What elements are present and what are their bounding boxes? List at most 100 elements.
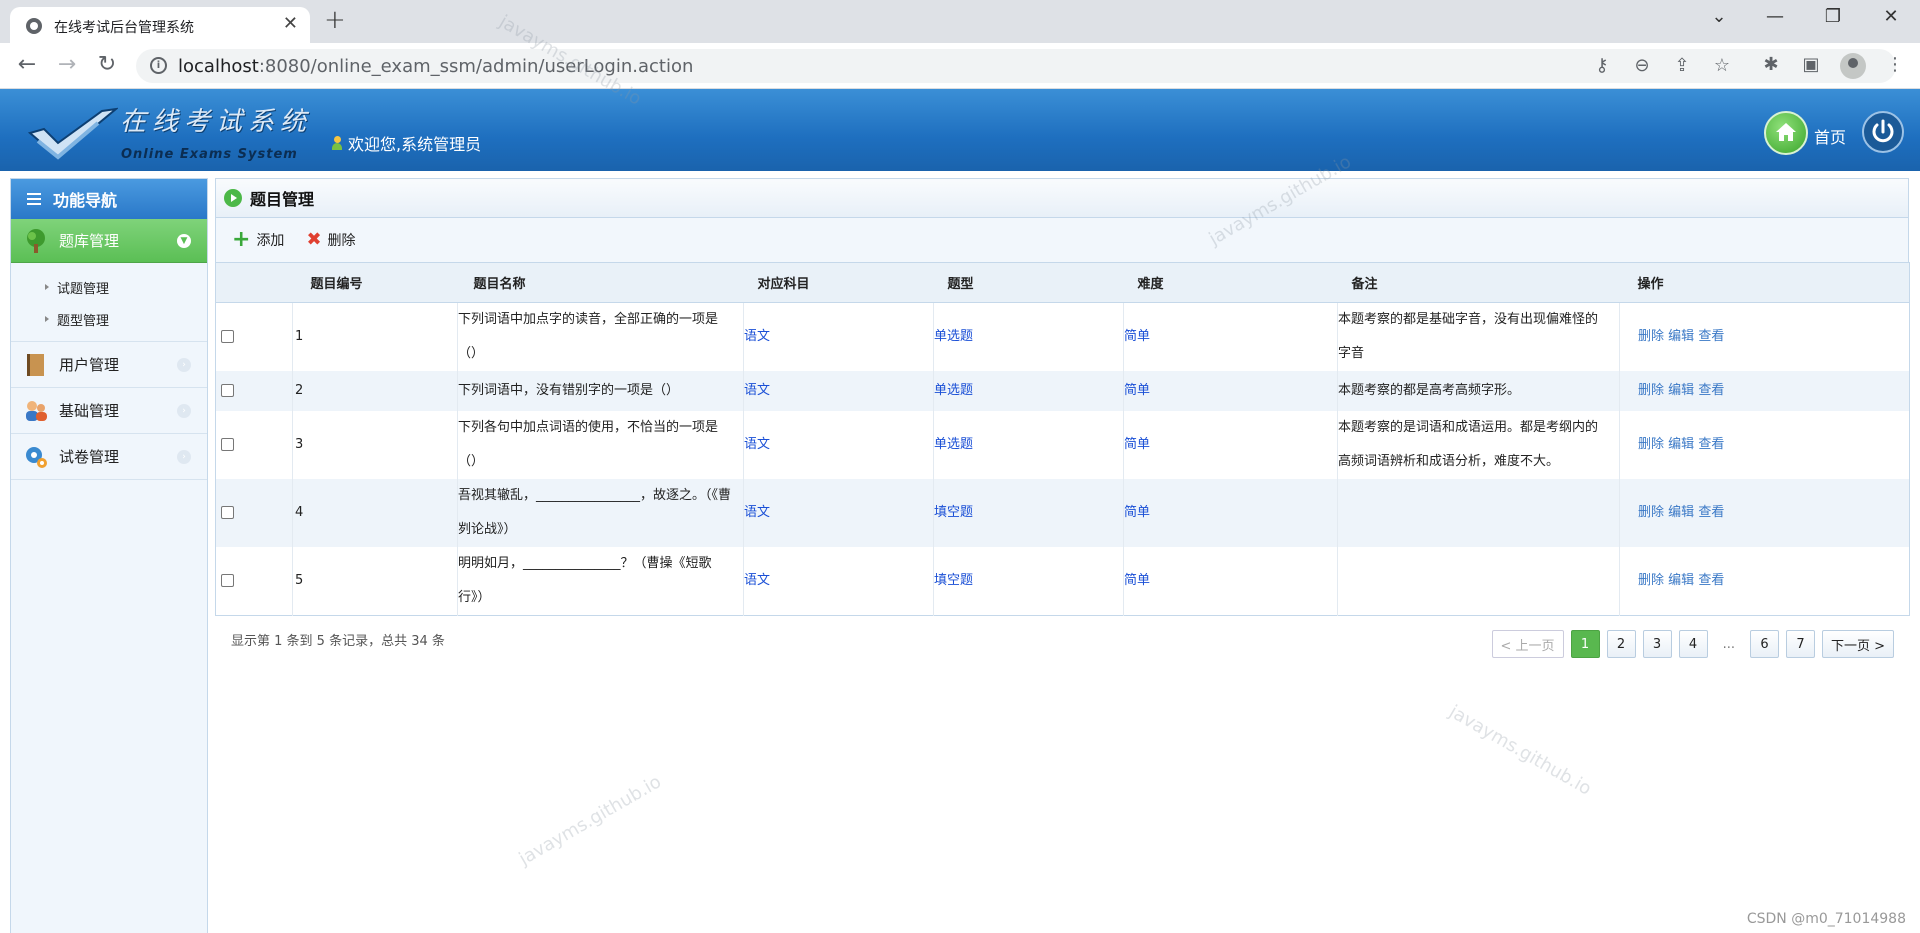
page-button[interactable]: 4	[1678, 630, 1708, 658]
browser-tab[interactable]: 在线考试后台管理系统 ✕	[10, 7, 310, 43]
record-summary: 显示第 1 条到 5 条记录，总共 34 条	[231, 634, 445, 649]
subject-link[interactable]: 语文	[744, 383, 770, 398]
type-link[interactable]: 单选题	[934, 383, 973, 398]
key-icon[interactable]: ⚷	[1590, 55, 1614, 76]
site-info-icon[interactable]: i	[150, 57, 167, 74]
tab-search-icon[interactable]: ⌄	[1704, 6, 1734, 27]
row-checkbox[interactable]	[221, 574, 234, 587]
row-checkbox[interactable]	[221, 330, 234, 343]
subject-cell: 语文	[743, 411, 934, 479]
row-checkbox[interactable]	[221, 506, 234, 519]
close-tab-icon[interactable]: ✕	[283, 14, 298, 34]
home-link[interactable]: 首页	[1814, 124, 1846, 148]
row-view-link[interactable]: 查看	[1698, 383, 1724, 398]
share-icon[interactable]: ⇪	[1670, 55, 1694, 76]
difficulty-link[interactable]: 简单	[1124, 573, 1150, 588]
type-link[interactable]: 单选题	[934, 329, 973, 344]
row-checkbox[interactable]	[221, 384, 234, 397]
page-button[interactable]: 3	[1642, 630, 1672, 658]
page-button[interactable]: 2	[1606, 630, 1636, 658]
row-edit-link[interactable]: 编辑	[1668, 383, 1694, 398]
sidebar-item-papers[interactable]: 试卷管理 ›	[11, 434, 207, 480]
url-text[interactable]: localhost:8080/online_exam_ssm/admin/use…	[178, 56, 693, 77]
sidebar-item-question-bank[interactable]: 题库管理 ▼	[11, 219, 207, 263]
row-view-link[interactable]: 查看	[1698, 505, 1724, 520]
difficulty-link[interactable]: 简单	[1124, 383, 1150, 398]
difficulty-link[interactable]: 简单	[1124, 505, 1150, 520]
delete-button[interactable]: ✖ 删除	[306, 230, 355, 250]
question-name: 下列词语中加点字的读音，全部正确的一项是（）	[457, 302, 744, 371]
note-cell	[1337, 479, 1620, 547]
prev-page-button[interactable]: < 上一页	[1491, 630, 1564, 658]
difficulty-link[interactable]: 简单	[1124, 437, 1150, 452]
row-edit-link[interactable]: 编辑	[1668, 437, 1694, 452]
minimize-icon[interactable]: —	[1760, 6, 1790, 27]
row-delete-link[interactable]: 删除	[1638, 383, 1664, 398]
type-link[interactable]: 填空题	[934, 505, 973, 520]
plus-icon: +	[232, 227, 251, 252]
chevron-right-icon: ›	[177, 450, 191, 464]
row-delete-link[interactable]: 删除	[1638, 505, 1664, 520]
logout-button[interactable]	[1862, 111, 1904, 153]
subject-link[interactable]: 语文	[744, 505, 770, 520]
row-checkbox[interactable]	[221, 438, 234, 451]
pagination-ellipsis: ...	[1722, 636, 1735, 652]
restore-icon[interactable]: ❐	[1818, 6, 1848, 27]
delete-label: 删除	[327, 233, 356, 249]
book-icon	[27, 353, 44, 376]
menu-kebab-icon[interactable]: ⋮	[1882, 54, 1908, 75]
row-edit-link[interactable]: 编辑	[1668, 329, 1694, 344]
page-button[interactable]: 1	[1570, 630, 1600, 658]
csdn-credit: CSDN @m0_71014988	[1746, 911, 1906, 927]
subject-link[interactable]: 语文	[744, 573, 770, 588]
table-row: 3 下列各句中加点词语的使用，不恰当的一项是（） 语文 单选题 简单 本题考察的是词语和成…	[215, 411, 1910, 479]
actions-cell: 删除 编辑 查看	[1620, 411, 1910, 479]
row-edit-link[interactable]: 编辑	[1668, 573, 1694, 588]
row-view-link[interactable]: 查看	[1698, 437, 1724, 452]
forward-icon[interactable]: →	[53, 52, 81, 78]
note-cell: 本题考察的都是高考高频字形。	[1337, 371, 1620, 411]
type-cell: 填空题	[933, 547, 1124, 616]
subject-link[interactable]: 语文	[744, 437, 770, 452]
page-button[interactable]: 7	[1785, 630, 1815, 658]
type-link[interactable]: 填空题	[934, 573, 973, 588]
profile-avatar[interactable]	[1840, 53, 1866, 79]
reload-icon[interactable]: ↻	[93, 52, 121, 78]
new-tab-icon[interactable]: +	[324, 7, 346, 33]
zoom-out-icon[interactable]: ⊖	[1630, 55, 1654, 76]
home-button[interactable]	[1764, 111, 1808, 155]
add-button[interactable]: + 添加	[232, 227, 284, 252]
main-panel: 题目管理 + 添加 ✖ 删除 题目编号 题目名称 对应科目 题型 难度 备注 操…	[215, 178, 1910, 933]
sidebar-subitem-question-types[interactable]: 题型管理	[45, 303, 207, 335]
difficulty-link[interactable]: 简单	[1124, 329, 1150, 344]
row-view-link[interactable]: 查看	[1698, 329, 1724, 344]
column-header-subject: 对应科目	[743, 262, 934, 303]
row-delete-link[interactable]: 删除	[1638, 573, 1664, 588]
type-link[interactable]: 单选题	[934, 437, 973, 452]
row-view-link[interactable]: 查看	[1698, 573, 1724, 588]
row-delete-link[interactable]: 删除	[1638, 437, 1664, 452]
sidebar-item-users[interactable]: 用户管理 ›	[11, 342, 207, 388]
address-bar[interactable]: i localhost:8080/online_exam_ssm/admin/u…	[136, 49, 1896, 83]
page-button[interactable]: 6	[1749, 630, 1779, 658]
sidebar-item-basics[interactable]: 基础管理 ›	[11, 388, 207, 434]
extensions-icon[interactable]: ✱	[1758, 54, 1784, 75]
bookmark-star-icon[interactable]: ☆	[1710, 55, 1734, 76]
subject-cell: 语文	[743, 547, 934, 616]
logo-subtitle: Online Exams System	[121, 147, 298, 162]
row-delete-link[interactable]: 删除	[1638, 329, 1664, 344]
back-icon[interactable]: ←	[13, 52, 41, 78]
gears-icon	[26, 446, 47, 468]
table-row: 2 下列词语中，没有错别字的一项是（） 语文 单选题 简单 本题考察的都是高考高频字形。删…	[215, 371, 1910, 411]
next-page-button[interactable]: 下一页 >	[1821, 630, 1894, 658]
row-select-cell	[215, 411, 293, 479]
column-header-difficulty: 难度	[1123, 262, 1338, 303]
window-close-icon[interactable]: ✕	[1876, 6, 1906, 27]
table-row: 4 吾视其辙乱，________________，故逐之。（《曹刿论战》） 语文 填空…	[215, 479, 1910, 547]
row-edit-link[interactable]: 编辑	[1668, 505, 1694, 520]
sidebar-subitem-questions[interactable]: 试题管理	[45, 271, 207, 303]
sidebar-item-label: 试卷管理	[59, 448, 120, 466]
subject-link[interactable]: 语文	[744, 329, 770, 344]
side-panel-icon[interactable]: ▣	[1798, 54, 1824, 75]
tab-title: 在线考试后台管理系统	[54, 20, 194, 36]
